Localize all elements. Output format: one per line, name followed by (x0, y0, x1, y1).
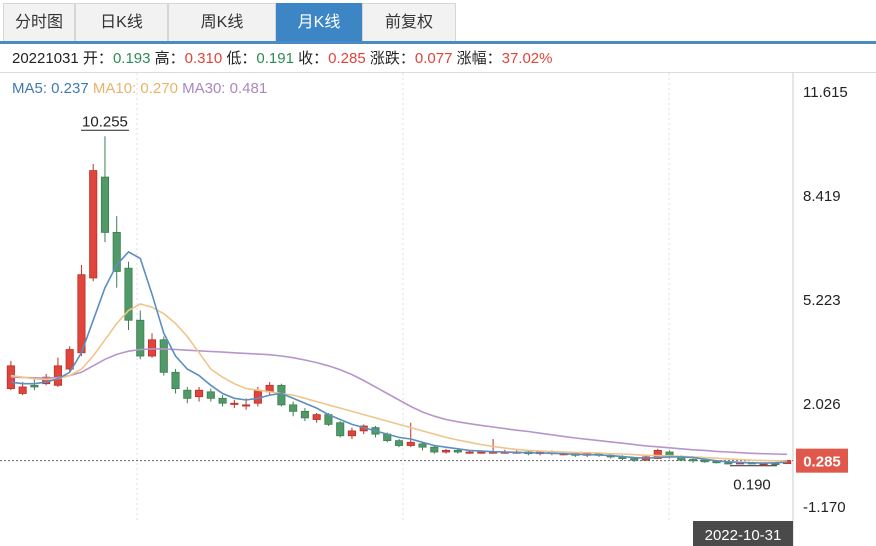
candle-body (147, 339, 157, 357)
y-tick-label: -1.170 (803, 499, 846, 516)
crosshair-date-label: 2022-10-31 (705, 527, 782, 544)
y-tick-label: 2.026 (803, 396, 841, 413)
candle-body (206, 391, 215, 399)
candle-body (89, 170, 98, 279)
candle-body (724, 462, 733, 465)
candle-body (441, 450, 451, 453)
y-tick-label: 11.615 (803, 84, 848, 101)
candle-body (477, 451, 486, 454)
candle-body (300, 410, 309, 419)
candle-body (218, 397, 227, 404)
min-price-label: 0.190 (733, 477, 771, 494)
candle-body (100, 176, 110, 233)
candle-body (53, 365, 62, 386)
max-price-label: 10.255 (82, 113, 128, 130)
candle-body (406, 441, 415, 446)
y-tick-label: 5.223 (803, 292, 841, 309)
candle-body (171, 371, 180, 389)
candle-body (347, 430, 357, 437)
candle-body (289, 404, 298, 412)
candle-body (65, 349, 74, 370)
candle-body (700, 459, 709, 463)
candle-body (230, 402, 239, 405)
candle-body (630, 458, 639, 461)
candle-body (159, 339, 168, 373)
candle-body (195, 389, 204, 398)
candle-body (30, 384, 39, 388)
candle-body (336, 422, 345, 437)
candle-body (242, 404, 251, 407)
candle-body (18, 386, 27, 394)
candle-body (394, 440, 404, 446)
candle-body (183, 389, 192, 399)
candle-body (465, 451, 474, 454)
candle-body (688, 459, 698, 462)
ma30-line (10, 348, 788, 456)
candle-body (430, 446, 439, 453)
candle-body (418, 443, 427, 448)
y-tick-label: 8.419 (803, 188, 841, 205)
candle-body (453, 450, 462, 453)
candle-body (77, 274, 86, 354)
current-price-tag-label: 0.285 (803, 454, 841, 471)
kline-chart[interactable]: 11.615 8.419 5.223 2.026 -1.170 10.255 0.190 0.… (0, 0, 876, 546)
candle-body (312, 414, 321, 420)
candle-body (253, 389, 262, 404)
